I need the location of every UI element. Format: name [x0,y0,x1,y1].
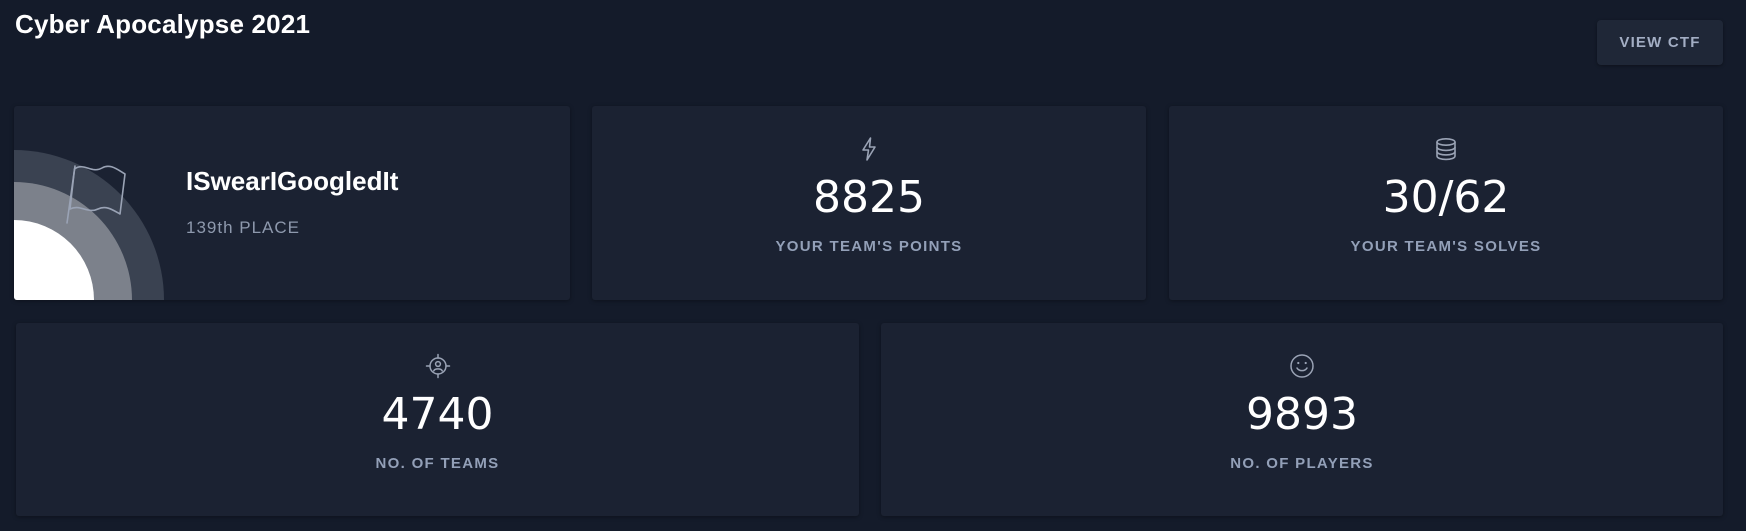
target-icon [425,353,450,379]
points-card: 8825 YOUR TEAM'S POINTS [592,106,1146,300]
page-title: Cyber Apocalypse 2021 [15,9,311,39]
points-label: YOUR TEAM'S POINTS [775,238,963,255]
points-value: 8825 [813,172,925,223]
solves-value: 30/62 [1382,172,1510,223]
players-card: 9893 NO. OF PLAYERS [881,323,1723,516]
teams-label: NO. OF TEAMS [375,455,500,472]
rank-badge-graphic [14,150,164,300]
smiley-icon [1290,354,1314,378]
teams-card: 4740 NO. OF TEAMS [16,323,859,516]
view-ctf-button[interactable]: VIEW CTF [1597,20,1723,65]
team-name: ISwearIGoogledIt [186,166,399,196]
team-card: ISwearIGoogledIt 139th PLACE [14,106,570,300]
solves-label: YOUR TEAM'S SOLVES [1350,238,1542,255]
teams-value: 4740 [381,389,494,440]
players-label: NO. OF PLAYERS [1230,455,1374,472]
lightning-icon [862,137,876,161]
team-place: 139th PLACE [186,218,301,237]
database-icon [1436,137,1456,161]
solves-card: 30/62 YOUR TEAM'S SOLVES [1169,106,1723,300]
players-value: 9893 [1246,389,1358,440]
